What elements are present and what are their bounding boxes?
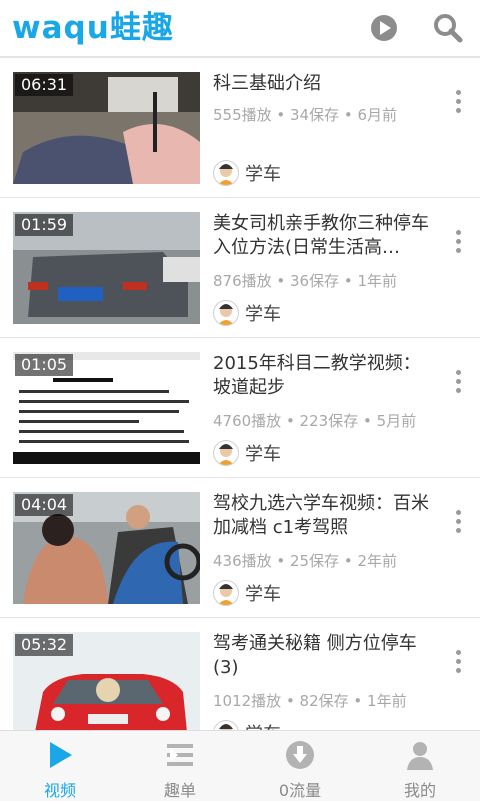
more-options-icon[interactable] xyxy=(448,366,468,398)
channel-avatar xyxy=(213,580,239,606)
tab-label: 视频 xyxy=(43,781,76,800)
video-list-item[interactable]: 05:32 驾考通关秘籍 侧方位停车(3) 1012播放 • 82保存 • 1年… xyxy=(0,618,480,730)
download-icon xyxy=(284,739,316,771)
tab-profile[interactable]: 我的 xyxy=(360,731,480,801)
channel-name: 学车 xyxy=(245,720,281,730)
video-title[interactable]: 美女司机亲手教你三种停车入位方法(日常生活高… xyxy=(213,212,435,260)
video-stats: 4760播放 • 223保存 • 5月前 xyxy=(213,412,417,430)
video-title[interactable]: 驾考通关秘籍 侧方位停车(3) xyxy=(213,632,435,680)
more-options-icon[interactable] xyxy=(448,646,468,678)
play-circle-icon[interactable] xyxy=(366,10,402,46)
video-list-item[interactable]: 01:05 2015年科目二教学视频：坡道起步 4760播放 • 223保存 •… xyxy=(0,338,480,478)
tab-playlist[interactable]: 趣单 xyxy=(120,731,240,801)
video-duration: 06:31 xyxy=(15,74,74,96)
video-title[interactable]: 2015年科目二教学视频：坡道起步 xyxy=(213,352,435,400)
video-thumbnail[interactable]: 05:32 xyxy=(13,632,200,730)
tab-label: 趣单 xyxy=(163,781,196,800)
video-stats: 555播放 • 34保存 • 6月前 xyxy=(213,106,398,124)
channel-name: 学车 xyxy=(245,584,281,605)
more-options-icon[interactable] xyxy=(448,506,468,538)
list-icon xyxy=(164,739,196,771)
video-duration: 01:59 xyxy=(15,214,74,236)
bottom-tab-bar: 视频 趣单 0流量 我的 xyxy=(0,730,480,801)
video-channel[interactable]: 学车 xyxy=(213,718,281,730)
play-icon xyxy=(44,739,76,771)
video-list-item[interactable]: 06:31 科三基础介绍 555播放 • 34保存 • 6月前 学车 xyxy=(0,58,480,198)
video-thumbnail[interactable]: 06:31 xyxy=(13,72,200,184)
video-thumbnail[interactable]: 01:05 xyxy=(13,352,200,464)
video-thumbnail[interactable]: 04:04 xyxy=(13,492,200,604)
channel-avatar xyxy=(213,720,239,730)
video-list-item[interactable]: 04:04 驾校九选六学车视频：百米加减档 c1考驾照 436播放 • 25保存… xyxy=(0,478,480,618)
person-icon xyxy=(404,739,436,771)
channel-name: 学车 xyxy=(245,164,281,185)
tab-label: 0流量 xyxy=(278,781,322,800)
tab-label: 我的 xyxy=(403,781,436,800)
channel-avatar xyxy=(213,160,239,186)
app-header: waqu蛙趣 xyxy=(0,0,480,58)
video-duration: 04:04 xyxy=(15,494,74,516)
video-title[interactable]: 驾校九选六学车视频：百米加减档 c1考驾照 xyxy=(213,492,435,540)
channel-avatar xyxy=(213,300,239,326)
channel-avatar xyxy=(213,440,239,466)
tab-video[interactable]: 视频 xyxy=(0,731,120,801)
video-duration: 05:32 xyxy=(15,634,74,656)
video-channel[interactable]: 学车 xyxy=(213,158,281,188)
more-options-icon[interactable] xyxy=(448,226,468,258)
video-thumbnail[interactable]: 01:59 xyxy=(13,212,200,324)
video-stats: 436播放 • 25保存 • 2年前 xyxy=(213,552,398,570)
video-channel[interactable]: 学车 xyxy=(213,578,281,608)
tab-offline[interactable]: 0流量 xyxy=(240,731,360,801)
channel-name: 学车 xyxy=(245,304,281,325)
more-options-icon[interactable] xyxy=(448,86,468,118)
channel-name: 学车 xyxy=(245,444,281,465)
video-duration: 01:05 xyxy=(15,354,74,376)
video-list: 06:31 科三基础介绍 555播放 • 34保存 • 6月前 学车 01:59 xyxy=(0,58,480,730)
app-logo: waqu蛙趣 xyxy=(12,10,174,46)
video-channel[interactable]: 学车 xyxy=(213,298,281,328)
video-list-item[interactable]: 01:59 美女司机亲手教你三种停车入位方法(日常生活高… 876播放 • 36… xyxy=(0,198,480,338)
video-stats: 1012播放 • 82保存 • 1年前 xyxy=(213,692,407,710)
video-channel[interactable]: 学车 xyxy=(213,438,281,468)
search-icon[interactable] xyxy=(430,10,466,46)
video-title[interactable]: 科三基础介绍 xyxy=(213,72,435,96)
video-stats: 876播放 • 36保存 • 1年前 xyxy=(213,272,398,290)
